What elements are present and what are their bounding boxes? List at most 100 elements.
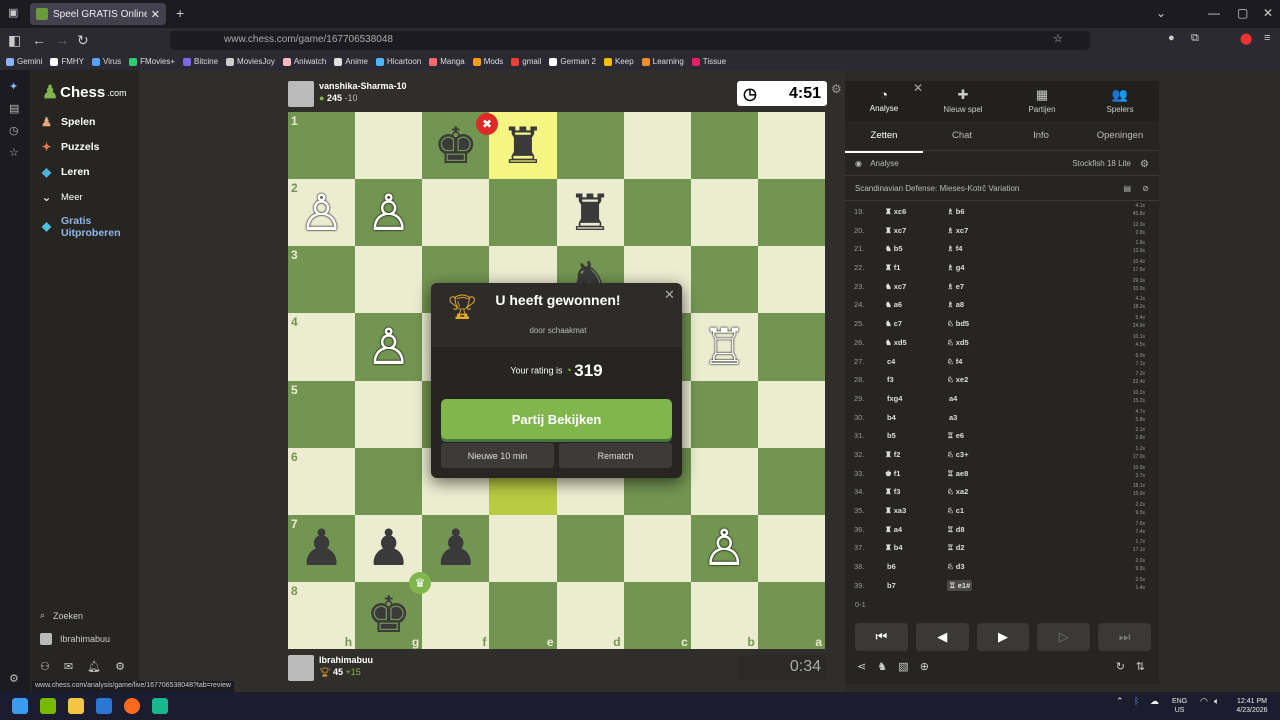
chess-piece[interactable]: ♟ — [433, 523, 478, 573]
ai-sparkle-icon[interactable]: ✦ — [9, 80, 18, 93]
chevron-up-icon[interactable]: ⌃ — [1116, 697, 1124, 706]
bookmark-star-icon[interactable]: ☆ — [1053, 32, 1063, 45]
white-move[interactable]: ♞ a6 — [885, 300, 902, 309]
engine-settings-gear-icon[interactable]: ⚙ — [1140, 159, 1149, 170]
bell-icon[interactable]: 🔔︎ — [87, 660, 101, 673]
square-b1[interactable] — [690, 112, 758, 180]
white-move[interactable]: ♚ f1 — [885, 469, 900, 478]
volume-icon[interactable]: 🔈︎ — [1214, 697, 1219, 706]
black-move[interactable]: ♗ g4 — [947, 263, 965, 272]
play-button[interactable]: ▶ — [976, 623, 1030, 651]
square-h2[interactable]: 2 ♙ — [288, 179, 356, 247]
white-move[interactable]: b6 — [885, 562, 896, 571]
white-move[interactable]: ♞ c7 — [885, 319, 902, 328]
black-move[interactable]: ♗ xc7 — [947, 226, 968, 235]
white-move[interactable]: ♞ b5 — [885, 244, 903, 253]
square-h3[interactable]: 3 — [288, 246, 356, 314]
bookmark-item[interactable]: Learning — [641, 57, 684, 66]
black-move[interactable]: a3 — [947, 413, 957, 422]
chess-piece[interactable]: ♖ — [702, 322, 747, 372]
white-move[interactable]: f3 — [885, 375, 894, 384]
app-icon[interactable] — [152, 698, 168, 714]
bookmark-item[interactable]: Tissue — [691, 57, 726, 66]
black-move[interactable]: ♘ c3+ — [947, 450, 968, 459]
friends-icon[interactable]: ⚇ — [40, 660, 50, 673]
black-move[interactable]: ♘ d3 — [947, 562, 965, 571]
bookmark-item[interactable]: Hicartoon — [375, 57, 421, 66]
share-icon[interactable]: ⋖ — [857, 661, 866, 673]
bookmark-item[interactable]: Anime — [334, 57, 368, 66]
close-window-icon[interactable]: ✕ — [1263, 6, 1273, 20]
cloud-icon[interactable]: ☁ — [1150, 697, 1159, 706]
square-d7[interactable] — [556, 514, 624, 582]
white-move[interactable]: ♜ b4 — [885, 543, 903, 552]
sidebar-item-spelen[interactable]: ♟ Spelen — [40, 115, 95, 129]
bookmark-item[interactable]: MoviesJoy — [226, 57, 275, 66]
chess-piece[interactable]: ♚ — [433, 121, 478, 171]
black-move[interactable]: ♘ f4 — [947, 357, 962, 366]
sidebar-user[interactable]: Ibrahimabuu — [40, 633, 110, 645]
bookmark-item[interactable]: Gemini — [6, 57, 42, 66]
sidebar-item-meer[interactable]: ⌄ Meer — [40, 190, 82, 204]
bookmark-item[interactable]: Keep — [603, 57, 634, 66]
book-icon[interactable]: ▤ — [1123, 184, 1131, 193]
square-g8[interactable]: g ♚ — [355, 581, 423, 649]
forward-icon[interactable]: → — [55, 32, 69, 48]
square-b8[interactable]: b — [690, 581, 758, 649]
maximize-icon[interactable]: ▢ — [1237, 6, 1248, 20]
square-h7[interactable]: 7 ♟ — [288, 514, 356, 582]
square-b7[interactable]: ♙ — [690, 514, 758, 582]
notepad-icon[interactable] — [96, 698, 112, 714]
square-e2[interactable] — [489, 179, 557, 247]
square-h5[interactable]: 5 — [288, 380, 356, 448]
black-move[interactable]: ♘ xe2 — [947, 375, 968, 384]
black-move[interactable]: a4 — [947, 394, 957, 403]
close-tab-icon[interactable]: ✕ — [151, 8, 160, 21]
first-move-button[interactable]: ⏮ — [855, 623, 908, 651]
bluetooth-icon[interactable]: ᛒ — [1134, 697, 1139, 706]
avatar[interactable] — [288, 81, 314, 107]
mail-icon[interactable]: ✉ — [64, 660, 73, 673]
chess-piece[interactable]: ♙ — [299, 188, 344, 238]
white-move[interactable]: c4 — [885, 357, 895, 366]
bookmarks-icon[interactable]: ☆ — [9, 146, 19, 159]
chess-piece[interactable]: ♚ — [366, 590, 411, 640]
subtab-moves[interactable]: Zetten — [845, 130, 923, 153]
browser-tab[interactable]: Speel GRATIS Online Schaken - ✕ — [30, 3, 166, 25]
settings-gear-icon[interactable]: ⚙ — [9, 672, 19, 685]
image-icon[interactable]: ▧ — [898, 661, 908, 673]
square-e7[interactable] — [489, 514, 557, 582]
white-move[interactable]: ♜ f3 — [885, 487, 900, 496]
chesscom-logo[interactable]: ♟ Chess .com — [42, 82, 127, 103]
tab-list-icon[interactable]: ▣ — [8, 6, 18, 19]
chess-piece[interactable]: ♙ — [702, 523, 747, 573]
bookmark-item[interactable]: Bitcine — [183, 57, 218, 66]
sidebar-item-leren[interactable]: ◆ Leren — [40, 165, 90, 179]
square-f2[interactable] — [422, 179, 490, 247]
white-move[interactable]: ♜ f1 — [885, 263, 900, 272]
bookmark-item[interactable]: Manga — [429, 57, 465, 66]
square-g4[interactable]: ♙ — [355, 313, 423, 381]
white-move[interactable]: ♞ xd5 — [885, 338, 907, 347]
bookmark-item[interactable]: Aniwatch — [282, 57, 326, 66]
system-clock[interactable]: 12:41 PM 4/23/2026 — [1232, 697, 1272, 715]
square-e1[interactable]: ♜ — [489, 112, 557, 180]
square-g2[interactable]: ♙ — [355, 179, 423, 247]
square-d1[interactable] — [556, 112, 624, 180]
black-move[interactable]: ♘ xa2 — [947, 487, 968, 496]
language-indicator[interactable]: ENG US — [1172, 697, 1187, 715]
tab-games[interactable]: ▦ Partijen — [1007, 87, 1077, 114]
black-move[interactable]: ♖ e1# — [947, 579, 973, 591]
analysis-toggle-icon[interactable]: ◉ — [855, 159, 862, 168]
black-move[interactable]: ♘ xd5 — [947, 338, 969, 347]
square-d2[interactable]: ♜ — [556, 179, 624, 247]
white-move[interactable]: b5 — [885, 431, 896, 440]
bookmark-item[interactable]: German 2 — [549, 57, 596, 66]
sidebar-search[interactable]: ⌕ Zoeken — [40, 610, 83, 621]
square-g7[interactable]: ♟ — [355, 514, 423, 582]
history-icon[interactable]: ◷ — [9, 124, 19, 137]
square-b4[interactable]: ♖ — [690, 313, 758, 381]
square-g5[interactable] — [355, 380, 423, 448]
black-move[interactable]: ♗ a8 — [947, 300, 964, 309]
minimize-icon[interactable]: — — [1208, 6, 1220, 20]
